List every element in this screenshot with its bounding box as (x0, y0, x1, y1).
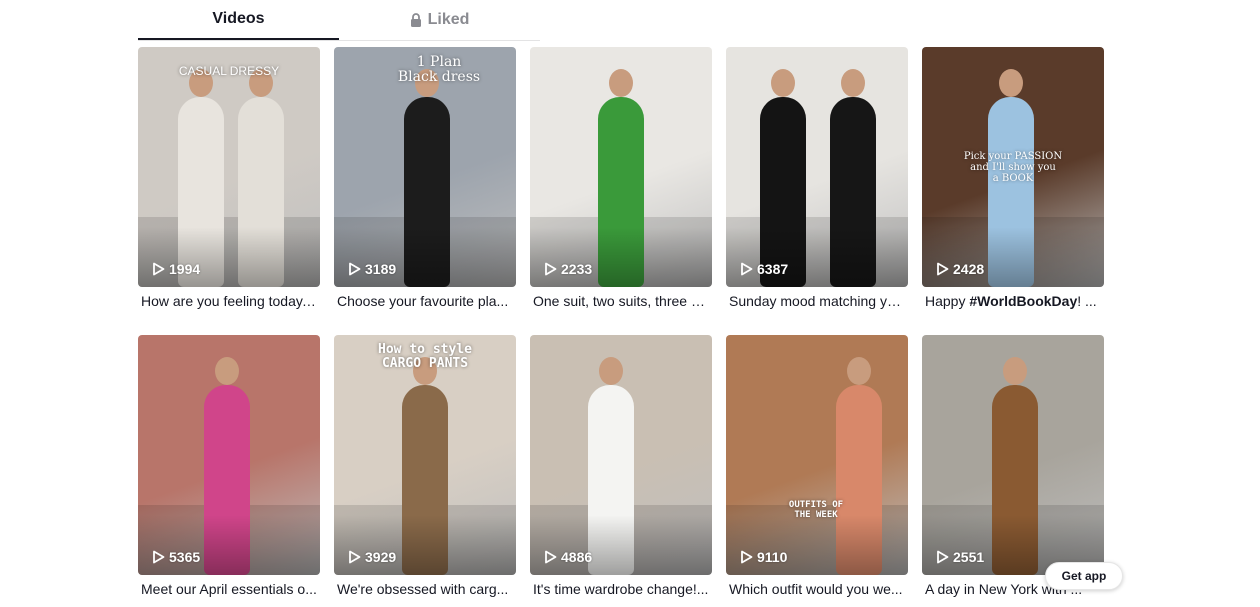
person-head (999, 69, 1023, 97)
video-card[interactable]: OUTFITS OF THE WEEK9110 Which outfit woul… (726, 335, 908, 607)
play-icon (348, 262, 361, 276)
view-count: 1994 (152, 261, 200, 277)
view-count-value: 3929 (365, 549, 397, 565)
video-card[interactable]: 2233 One suit, two suits, three s... (530, 47, 712, 319)
video-thumbnail[interactable]: CASUAL DRESSY 1994 (138, 47, 320, 287)
video-thumbnail[interactable]: OUTFITS OF THE WEEK9110 (726, 335, 908, 575)
video-overlay-text: CASUAL DRESSY (178, 64, 280, 78)
video-thumbnail[interactable]: How to style CARGO PANTS 3929 (334, 335, 516, 575)
view-count-value: 2428 (953, 261, 985, 277)
video-caption[interactable]: Sunday mood matching yo... (726, 293, 905, 309)
video-card[interactable]: 1 Plan Black dress 3189 Choose your favour… (334, 47, 516, 319)
view-count-value: 1994 (169, 261, 201, 277)
tab-videos[interactable]: Videos (138, 0, 339, 40)
video-overlay-text: Pick your PASSION and I'll show you a BO… (963, 151, 1063, 184)
play-icon (544, 550, 557, 564)
view-count-value: 5365 (169, 549, 201, 565)
play-icon (152, 550, 165, 564)
video-card[interactable]: 6387 Sunday mood matching yo... (726, 47, 908, 319)
thumbnail-shade (138, 227, 320, 287)
video-thumbnail[interactable]: 2233 (530, 47, 712, 287)
video-caption[interactable]: How are you feeling today,... (138, 293, 317, 309)
person-head (609, 69, 633, 97)
person-head (1003, 357, 1027, 385)
video-overlay-text: How to style CARGO PANTS (378, 342, 472, 372)
video-caption[interactable]: It's time wardrobe change!... (530, 581, 709, 597)
tab-liked-label: Liked (427, 11, 470, 28)
video-thumbnail[interactable]: Pick your PASSION and I'll show you a BO… (922, 47, 1104, 287)
view-count-value: 4886 (561, 549, 593, 565)
thumbnail-shade (334, 227, 516, 287)
play-icon (740, 262, 753, 276)
get-app-button[interactable]: Get app (1045, 562, 1123, 590)
play-icon (936, 550, 949, 564)
view-count: 3929 (348, 549, 396, 565)
video-thumbnail[interactable]: 2551 (922, 335, 1104, 575)
view-count: 2551 (936, 549, 984, 565)
play-icon (740, 550, 753, 564)
view-count-value: 3189 (365, 261, 397, 277)
video-caption[interactable]: One suit, two suits, three s... (530, 293, 709, 309)
video-caption[interactable]: Which outfit would you we... (726, 581, 905, 597)
play-icon (544, 262, 557, 276)
person-head (771, 69, 795, 97)
profile-tabs: Videos Liked (138, 0, 540, 41)
video-thumbnail[interactable]: 5365 (138, 335, 320, 575)
video-card[interactable]: 4886 It's time wardrobe change!... (530, 335, 712, 607)
person-head (841, 69, 865, 97)
video-thumbnail[interactable]: 4886 (530, 335, 712, 575)
video-caption[interactable]: Happy #WorldBookDay! ... (922, 293, 1101, 309)
thumbnail-shade (530, 515, 712, 575)
view-count: 3189 (348, 261, 396, 277)
view-count: 2233 (544, 261, 592, 277)
video-card[interactable]: Pick your PASSION and I'll show you a BO… (922, 47, 1104, 319)
tab-videos-label: Videos (212, 10, 265, 27)
caption-text: Happy (925, 293, 970, 309)
video-thumbnail[interactable]: 6387 (726, 47, 908, 287)
video-card[interactable]: CASUAL DRESSY 1994 How are you feeling tod… (138, 47, 320, 319)
view-count: 6387 (740, 261, 788, 277)
view-count-value: 9110 (757, 549, 788, 565)
person-head (215, 357, 239, 385)
view-count: 5365 (152, 549, 200, 565)
video-caption[interactable]: Choose your favourite pla... (334, 293, 513, 309)
view-count-value: 6387 (757, 261, 789, 277)
person-head (847, 357, 871, 385)
thumbnail-shade (138, 515, 320, 575)
thumbnail-shade (726, 227, 908, 287)
tab-liked[interactable]: Liked (339, 0, 540, 40)
view-count: 2428 (936, 261, 984, 277)
view-count-value: 2233 (561, 261, 593, 277)
thumbnail-shade (922, 227, 1104, 287)
thumbnail-shade (334, 515, 516, 575)
video-card[interactable]: How to style CARGO PANTS 3929 We're obsess… (334, 335, 516, 607)
video-grid: CASUAL DRESSY 1994 How are you feeling tod… (138, 47, 1104, 607)
play-icon (348, 550, 361, 564)
video-thumbnail[interactable]: 1 Plan Black dress 3189 (334, 47, 516, 287)
thumbnail-shade (530, 227, 712, 287)
video-caption[interactable]: We're obsessed with carg... (334, 581, 513, 597)
thumbnail-shade (726, 515, 908, 575)
view-count: 9110 (740, 549, 787, 565)
caption-text: ! ... (1077, 293, 1097, 309)
video-caption[interactable]: Meet our April essentials o... (138, 581, 317, 597)
lock-icon (410, 13, 422, 27)
play-icon (936, 262, 949, 276)
play-icon (152, 262, 165, 276)
video-overlay-text: 1 Plan Black dress (397, 54, 481, 86)
view-count: 4886 (544, 549, 592, 565)
caption-hashtag[interactable]: #WorldBookDay (969, 293, 1077, 309)
view-count-value: 2551 (953, 549, 985, 565)
person-head (599, 357, 623, 385)
video-card[interactable]: 5365 Meet our April essentials o... (138, 335, 320, 607)
